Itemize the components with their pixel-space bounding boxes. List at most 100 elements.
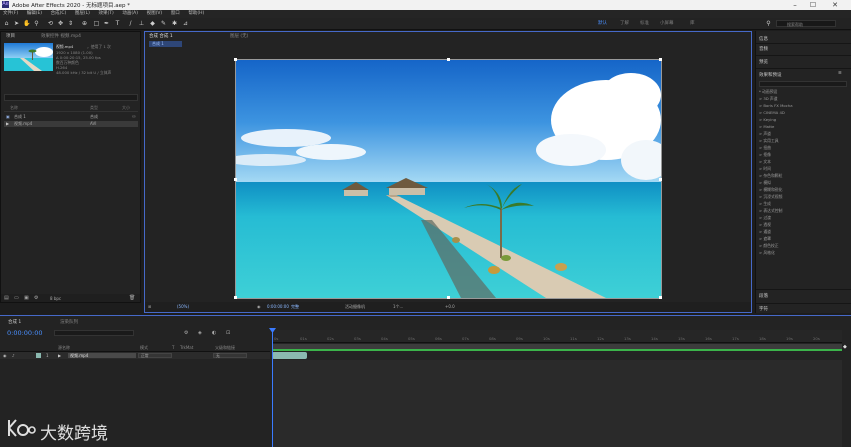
- eraser-tool-icon[interactable]: ◆: [149, 20, 156, 27]
- menu-composition[interactable]: 合成(C): [51, 10, 67, 18]
- visibility-eye-icon[interactable]: ◉: [3, 353, 7, 358]
- menu-layer[interactable]: 图层(L): [75, 10, 90, 18]
- close-icon[interactable]: ✕: [827, 0, 843, 10]
- puppet-pin-icon[interactable]: ✱: [171, 20, 178, 27]
- effect-category[interactable]: > 杂色和颗粒: [759, 173, 782, 179]
- hand-tool-icon[interactable]: ✋: [23, 20, 30, 27]
- effect-category[interactable]: > 透视: [759, 222, 771, 228]
- composition-viewer-frame[interactable]: [226, 58, 671, 299]
- project-search-input[interactable]: [4, 94, 138, 101]
- tab-timeline-comp[interactable]: 合成 1: [8, 319, 21, 325]
- effects-search-input[interactable]: [759, 81, 847, 87]
- time-ruler[interactable]: 0s 01s 02s 03s 04s 05s 06s 07s 08s 09s 1…: [272, 330, 842, 343]
- effect-category[interactable]: > 抠像: [759, 152, 771, 158]
- graph-editor-icon[interactable]: ⊡: [226, 330, 230, 336]
- search-icon[interactable]: ⚲: [765, 20, 772, 27]
- column-track-matte[interactable]: TrkMat: [180, 345, 193, 350]
- bit-depth-label[interactable]: 8 bpc: [50, 296, 61, 301]
- workspace-small-screen[interactable]: 小屏幕: [660, 20, 674, 26]
- effect-category[interactable]: > Keying: [759, 117, 776, 122]
- effect-category[interactable]: > 表达式控制: [759, 208, 782, 214]
- menu-window[interactable]: 窗口: [171, 10, 180, 18]
- exposure-value[interactable]: +0.0: [445, 304, 455, 309]
- maximize-icon[interactable]: ☐: [805, 0, 821, 10]
- effect-category[interactable]: > 颜色校正: [759, 243, 779, 249]
- column-track-t[interactable]: T: [172, 345, 174, 350]
- zoom-level-select[interactable]: (50%): [177, 304, 189, 309]
- layer-row[interactable]: ◉ ♪ 1 ▶ 视频.mp4 正常 无: [0, 352, 270, 359]
- effect-category[interactable]: > 风格化: [759, 250, 775, 256]
- column-type[interactable]: 类型: [90, 105, 98, 111]
- effect-category[interactable]: > 遮罩: [759, 236, 771, 242]
- pan-behind-icon[interactable]: ⊕: [81, 20, 88, 27]
- effect-category[interactable]: > 文本: [759, 159, 771, 165]
- layer-parent-select[interactable]: 无: [213, 353, 247, 358]
- menu-help[interactable]: 帮助(H): [188, 10, 204, 18]
- effect-category[interactable]: > 沉浸式视频: [759, 194, 782, 200]
- effect-category[interactable]: > 生成: [759, 201, 771, 207]
- tab-composition[interactable]: 合成 合成 1: [149, 33, 173, 39]
- column-name[interactable]: 名称: [10, 105, 18, 111]
- transform-handle[interactable]: [447, 58, 450, 61]
- effect-category[interactable]: > CINEMA 4D: [759, 110, 785, 115]
- transform-handle[interactable]: [659, 58, 662, 61]
- layer-mode-select[interactable]: 正常: [138, 353, 172, 358]
- motion-blur-icon[interactable]: ◐: [212, 330, 216, 336]
- tab-layer[interactable]: 图层 (无): [230, 33, 248, 39]
- pan-camera-icon[interactable]: ✥: [57, 20, 64, 27]
- menu-animation[interactable]: 动画(A): [122, 10, 138, 18]
- effect-category[interactable]: > Boris FX Mocha: [759, 103, 793, 108]
- timeline-track-area[interactable]: [272, 360, 842, 447]
- playhead-line[interactable]: [272, 328, 273, 447]
- settings-icon[interactable]: ⚙: [34, 295, 38, 301]
- effect-category[interactable]: > 时间: [759, 166, 771, 172]
- transform-handle[interactable]: [659, 178, 662, 181]
- menu-file[interactable]: 文件(F): [3, 10, 18, 18]
- zoom-tool-icon[interactable]: ⚲: [33, 20, 40, 27]
- type-tool-icon[interactable]: T: [114, 20, 121, 27]
- workspace-libraries[interactable]: 库: [690, 20, 695, 26]
- menu-edit[interactable]: 编辑(E): [27, 10, 42, 18]
- workspace-learn[interactable]: 了解: [620, 20, 629, 26]
- snapping-icon[interactable]: ⊿: [182, 20, 189, 27]
- panel-menu-icon[interactable]: ≡: [838, 71, 842, 76]
- draft-3d-icon[interactable]: ◈: [198, 330, 202, 336]
- snapshot-icon[interactable]: ◉: [257, 304, 261, 309]
- audio-panel-header[interactable]: 音频: [759, 46, 768, 52]
- effect-category[interactable]: > 通道: [759, 229, 771, 235]
- interpret-footage-icon[interactable]: ▤: [4, 295, 9, 301]
- search-help-input[interactable]: 搜索帮助: [776, 20, 836, 27]
- effect-category[interactable]: > 实用工具: [759, 138, 779, 144]
- orbit-camera-icon[interactable]: ⟲: [47, 20, 54, 27]
- info-panel-header[interactable]: 信息: [759, 36, 768, 42]
- effect-category[interactable]: > 过渡: [759, 215, 771, 221]
- tab-render-queue[interactable]: 渲染队列: [60, 319, 78, 325]
- dolly-camera-icon[interactable]: ⇕: [67, 20, 74, 27]
- view-layout-select[interactable]: 1个...: [393, 304, 403, 310]
- column-source-name[interactable]: 源名称: [58, 345, 70, 351]
- transform-handle[interactable]: [234, 58, 237, 61]
- always-preview-icon[interactable]: ⊞: [148, 304, 151, 309]
- resolution-select[interactable]: 完整: [291, 304, 299, 310]
- column-mode[interactable]: 模式: [140, 345, 148, 351]
- project-item-row[interactable]: ▣ 合成 1 合成 ⚇: [4, 114, 138, 120]
- menu-view[interactable]: 视图(V): [147, 10, 163, 18]
- effect-category[interactable]: > 模拟: [759, 180, 771, 186]
- effect-category[interactable]: > Matte: [759, 124, 774, 129]
- active-camera-select[interactable]: 活动摄像机: [345, 304, 365, 310]
- transform-handle[interactable]: [234, 296, 237, 299]
- character-panel-header[interactable]: 字符: [759, 306, 768, 312]
- effect-category[interactable]: > 3D 声道: [759, 96, 778, 102]
- preview-panel-header[interactable]: 预览: [759, 59, 768, 65]
- effect-category[interactable]: > 模糊和锐化: [759, 187, 782, 193]
- audio-speaker-icon[interactable]: ♪: [12, 353, 15, 358]
- new-folder-icon[interactable]: ▭: [14, 295, 19, 301]
- effect-category[interactable]: > 扭曲: [759, 145, 771, 151]
- paragraph-panel-header[interactable]: 段落: [759, 293, 768, 299]
- work-area-end-marker[interactable]: ◆: [843, 344, 847, 350]
- column-size[interactable]: 大小: [122, 105, 130, 111]
- project-item-row[interactable]: ▶ 视频.mp4 AVI: [4, 121, 138, 127]
- minimize-icon[interactable]: –: [787, 0, 803, 10]
- effect-category[interactable]: * 动画预设: [759, 89, 777, 95]
- transform-handle[interactable]: [659, 296, 662, 299]
